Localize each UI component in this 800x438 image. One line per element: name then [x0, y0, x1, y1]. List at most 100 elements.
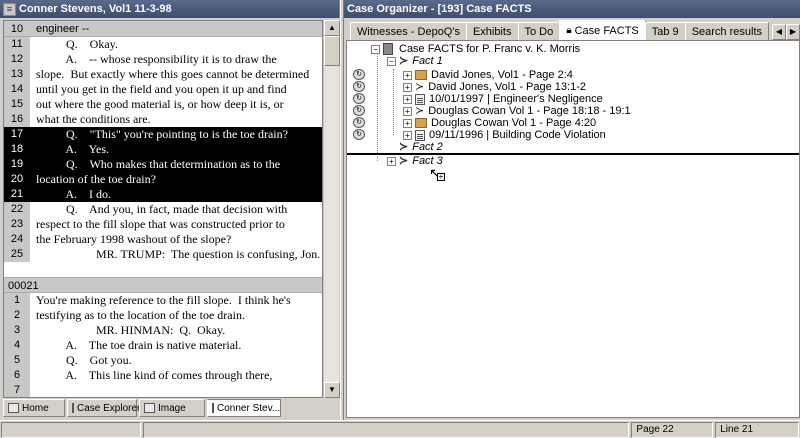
scroll-thumb[interactable]	[324, 36, 340, 66]
transcript-view[interactable]: 10 engineer -- 11 Q. Okay. 12 A. -- whose…	[3, 20, 323, 398]
tab-tab-9[interactable]: Tab 9	[644, 22, 686, 40]
fact-label: Fact 2	[412, 141, 443, 153]
case-facts-tree[interactable]: − Case FACTS for P. Franc v. K. Morris −…	[346, 40, 800, 418]
tab-case-facts[interactable]: 🔒︎ Case FACTS	[559, 20, 646, 40]
tree-item[interactable]: +09/11/1996 | Building Code Violation	[403, 129, 606, 141]
transcript-line[interactable]: 12 A. -- whose responsibility it is to d…	[4, 52, 322, 67]
line-text: Q. Got you.	[36, 353, 132, 367]
link-icon[interactable]: ↻	[353, 81, 365, 92]
tree-item[interactable]: +10/01/1997 | Engineer's Negligence	[403, 93, 603, 105]
line-number: 11	[4, 37, 30, 52]
line-number: 7	[4, 383, 30, 397]
tab-exhibits[interactable]: Exhibits	[465, 22, 519, 40]
lock-icon: 🔒︎	[566, 25, 572, 36]
line-text: Q. Who makes that determination as to th…	[30, 157, 322, 172]
expand-icon[interactable]: +	[403, 82, 412, 92]
folder-icon	[415, 70, 427, 80]
tab-witnesses[interactable]: Witnesses - DepoQ's	[350, 22, 467, 40]
tree-item[interactable]: + ≻ David Jones, Vol1 - Page 13:1-2	[403, 81, 586, 93]
transcript-line[interactable]: 5 Q. Got you.	[4, 353, 322, 368]
tab-case-explorer[interactable]: Case Explorer	[67, 399, 140, 417]
link-icon[interactable]: ↻	[353, 129, 365, 140]
expand-icon[interactable]: +	[403, 94, 412, 104]
line-text: slope. But exactly where this goes canno…	[36, 67, 310, 81]
line-text: Q. And you, in fact, made that decision …	[36, 202, 288, 216]
expand-icon[interactable]: +	[403, 106, 412, 116]
tab-label: Image	[158, 402, 186, 414]
tab-to-do[interactable]: To Do	[517, 22, 561, 40]
page-number-header: 00021	[4, 277, 322, 293]
link-icon[interactable]: ↻	[353, 105, 365, 116]
transcript-line[interactable]: 24 the February 1998 washout of the slope…	[4, 232, 322, 247]
line-text: respect to the fill slope that was const…	[36, 217, 285, 231]
transcript-line[interactable]: 17 Q. "This" you're pointing to is the t…	[4, 127, 322, 142]
tree-item[interactable]: + David Jones, Vol1 - Page 2:4	[403, 69, 573, 81]
tab-scroll-right-icon[interactable]: ▶	[786, 24, 800, 40]
case-explorer-icon	[72, 403, 74, 413]
tab-label: Tab 9	[651, 25, 679, 38]
tree-fact-1[interactable]: − ≻ Fact 1	[387, 55, 443, 67]
transcript-line[interactable]: 11 Q. Okay.	[4, 37, 322, 52]
transcript-line[interactable]: 20 location of the toe drain?	[4, 172, 322, 187]
tree-root[interactable]: − Case FACTS for P. Franc v. K. Morris	[371, 43, 580, 55]
status-panel	[1, 422, 141, 438]
tab-conner-stevens[interactable]: Conner Stev...	[207, 399, 281, 417]
tab-scroll-arrows: ◀ ▶	[772, 24, 800, 40]
transcript-title: Conner Stevens, Vol1 11-3-98	[19, 3, 172, 15]
transcript-line[interactable]: 3 MR. HINMAN: Q. Okay.	[4, 323, 322, 338]
transcript-line[interactable]: 25 MR. TRUMP: The question is confusing,…	[4, 247, 322, 262]
tab-home[interactable]: Home	[3, 399, 65, 417]
expand-icon[interactable]: +	[403, 70, 412, 80]
link-icon[interactable]: ↻	[353, 93, 365, 104]
transcript-line[interactable]: 13 slope. But exactly where this goes can…	[4, 67, 322, 82]
scroll-down-icon[interactable]: ▼	[324, 382, 340, 398]
tab-label: Search results	[691, 25, 762, 38]
tree-guide	[377, 49, 378, 161]
line-text: A. The toe drain is native material.	[36, 338, 242, 352]
transcript-line[interactable]: 16 what the conditions are.	[4, 112, 322, 127]
line-text: A. I do.	[30, 187, 322, 202]
transcript-line[interactable]: 4 A. The toe drain is native material.	[4, 338, 322, 353]
transcript-line[interactable]: 21 A. I do.	[4, 187, 322, 202]
transcript-line[interactable]: 7	[4, 383, 322, 397]
transcript-line[interactable]: 23 respect to the fill slope that was con…	[4, 217, 322, 232]
tree-item[interactable]: + Douglas Cowan Vol 1 - Page 4:20	[403, 117, 596, 129]
collapse-icon[interactable]: −	[387, 56, 396, 66]
tree-item[interactable]: + ≻ Douglas Cowan Vol 1 - Page 18:18 - 19:…	[403, 105, 631, 117]
transcript-titlebar: ≡ Conner Stevens, Vol1 11-3-98	[0, 0, 340, 18]
transcript-scrollbar[interactable]: ▲ ▼	[323, 20, 340, 398]
tree-item-label: Douglas Cowan Vol 1 - Page 4:20	[431, 117, 597, 129]
document-icon	[415, 129, 425, 141]
transcript-line[interactable]: 14 until you get in the field and you ope…	[4, 82, 322, 97]
tab-image[interactable]: Image	[139, 399, 205, 417]
collapse-icon[interactable]: −	[371, 44, 380, 54]
expand-icon[interactable]: +	[403, 118, 412, 128]
line-text: the February 1998 washout of the slope?	[36, 232, 232, 246]
expand-icon[interactable]: +	[403, 130, 412, 140]
left-bottom-tabs: Home Case Explorer Image Conner Stev...	[3, 399, 339, 419]
tab-label: Witnesses - DepoQ's	[357, 25, 460, 38]
link-icon[interactable]: ↻	[353, 117, 365, 128]
transcript-line[interactable]: 6 A. This line kind of comes through the…	[4, 368, 322, 383]
tree-item-label: Douglas Cowan Vol 1 - Page 18:18 - 19:1	[428, 105, 631, 117]
line-number: 2	[4, 308, 30, 323]
transcript-line[interactable]: 2 testifying as to the location of the to…	[4, 308, 322, 323]
tree-fact-2[interactable]: + ≻ Fact 2	[387, 141, 443, 153]
case-organizer-pane: Case Organizer - [193] Case FACTS Witnes…	[344, 0, 800, 420]
line-number: 1	[4, 293, 30, 308]
tab-scroll-left-icon[interactable]: ◀	[772, 24, 786, 40]
line-number: 23	[4, 217, 30, 232]
transcript-line[interactable]: 22 Q. And you, in fact, made that decisi…	[4, 202, 322, 217]
line-text: out where the good material is, or how d…	[36, 97, 284, 111]
tab-search-results[interactable]: Search results	[684, 22, 769, 40]
transcript-line[interactable]: 1 You're making reference to the fill slo…	[4, 293, 322, 308]
transcript-line[interactable]: 15 out where the good material is, or how…	[4, 97, 322, 112]
transcript-line[interactable]: 18 A. Yes.	[4, 142, 322, 157]
scroll-up-icon[interactable]: ▲	[324, 20, 340, 36]
expand-icon[interactable]: +	[387, 156, 396, 166]
link-icon[interactable]: ↻	[353, 69, 365, 80]
organizer-tabs: Witnesses - DepoQ's Exhibits To Do 🔒︎ Cas…	[350, 20, 800, 40]
tree-item-label: David Jones, Vol1 - Page 2:4	[431, 69, 573, 81]
drag-cursor-icon: ↖ +	[429, 165, 445, 181]
transcript-line[interactable]: 19 Q. Who makes that determination as to…	[4, 157, 322, 172]
